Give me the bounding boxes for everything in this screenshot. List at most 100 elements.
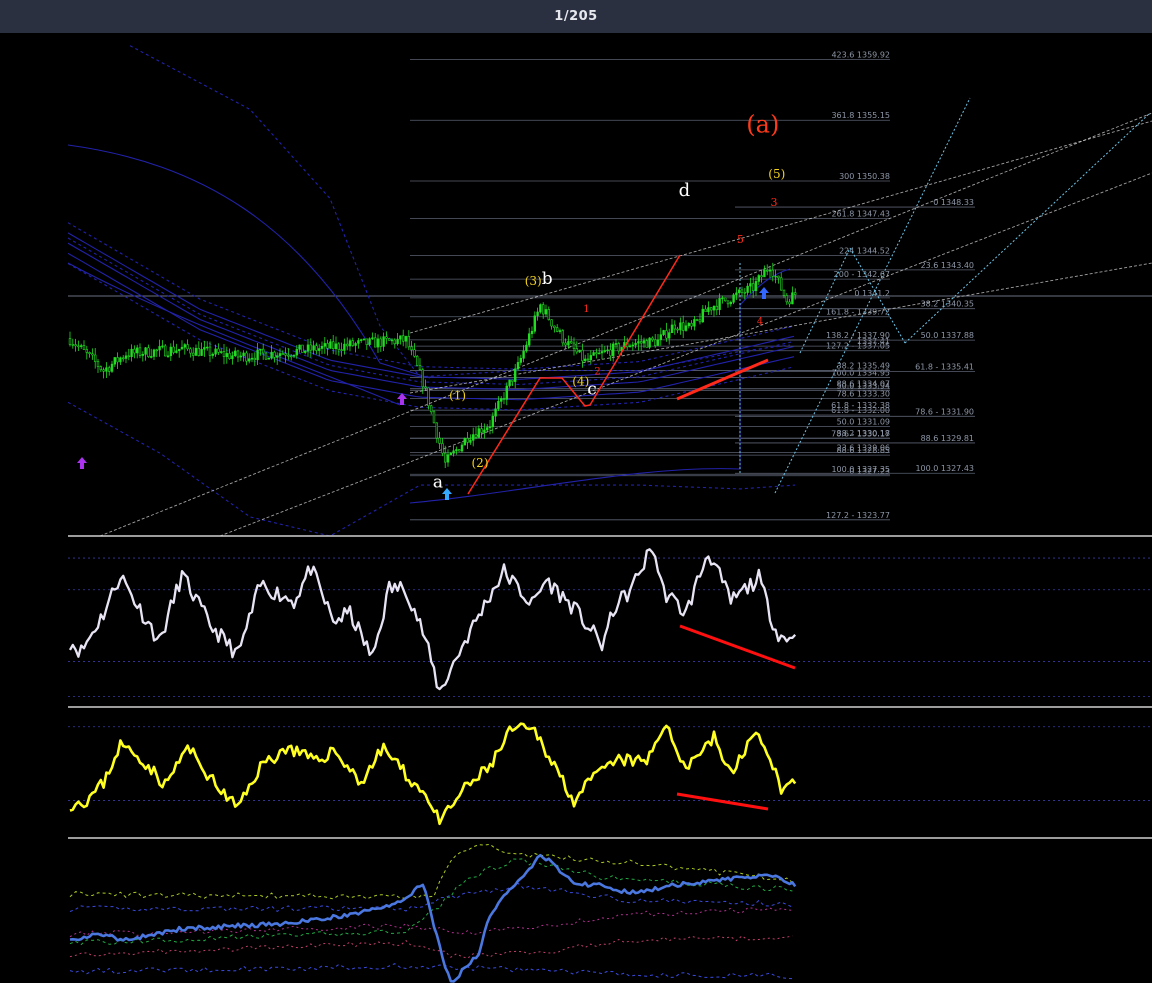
candle-body <box>200 349 203 356</box>
candle-body <box>617 343 621 352</box>
candle-body <box>359 339 363 341</box>
candle-body <box>186 344 189 350</box>
candle-body <box>424 386 427 389</box>
candle-body <box>555 327 559 332</box>
candle-body <box>754 281 758 291</box>
candle-body <box>108 367 111 372</box>
candle-body <box>760 275 763 278</box>
candle-body <box>124 355 128 359</box>
candle-body <box>270 351 273 359</box>
candle-body <box>180 346 184 350</box>
candle-body <box>166 355 170 358</box>
candle-body <box>234 350 237 357</box>
candle-body <box>323 343 326 347</box>
candle-body <box>228 353 231 360</box>
wave-label: 1 <box>583 304 589 315</box>
candle-body <box>399 335 402 340</box>
wave-label: (3) <box>525 274 542 288</box>
candle-body <box>791 292 794 305</box>
candle-body <box>303 350 307 353</box>
candle-body <box>116 357 119 363</box>
candle-body <box>337 343 340 350</box>
candle-body <box>746 285 749 293</box>
candle-body <box>96 361 100 367</box>
candle-body <box>362 338 366 341</box>
wave-label: (2) <box>472 456 489 470</box>
candle-body <box>150 356 153 358</box>
candle-body <box>488 426 492 429</box>
candle-body <box>421 369 424 388</box>
candle-body <box>401 335 405 342</box>
candle-body <box>110 363 114 372</box>
candle-body <box>751 283 755 291</box>
candle-body <box>225 353 228 357</box>
candle-body <box>85 349 89 353</box>
candle-body <box>572 342 576 349</box>
candle-body <box>152 349 156 357</box>
candle-body <box>385 336 388 339</box>
candle-body <box>267 357 270 360</box>
candle-body <box>141 354 144 356</box>
candle-body <box>113 357 117 365</box>
candle-body <box>407 336 410 348</box>
candle-body <box>273 351 276 358</box>
candle-body <box>138 347 142 356</box>
candle-body <box>331 341 335 349</box>
candle-body <box>701 308 705 323</box>
candle-body <box>673 324 677 330</box>
candle-body <box>144 347 147 355</box>
candle-body <box>379 338 382 347</box>
candle-body <box>533 315 537 332</box>
candle-body <box>278 353 282 357</box>
candle-body <box>743 291 747 294</box>
fib-level-label: 78.6 - 1331.90 <box>915 407 974 416</box>
candle-body <box>175 350 178 353</box>
candle-body <box>343 343 346 351</box>
candle-body <box>133 348 136 354</box>
candle-body <box>558 330 562 332</box>
candle-body <box>427 387 430 407</box>
candle-body <box>178 348 181 352</box>
fib-level-label: 38.2 1335.49 <box>837 362 890 371</box>
candle-body <box>284 353 287 356</box>
candle-body <box>502 398 506 400</box>
candle-body <box>541 304 545 315</box>
candle-body <box>609 349 612 357</box>
candle-body <box>136 347 139 354</box>
candle-body <box>583 358 587 362</box>
wave-label: 4 <box>757 317 763 328</box>
candle-body <box>460 444 464 452</box>
candle-body <box>289 355 293 358</box>
fib-level-label: 23.6 1343.40 <box>921 261 974 270</box>
fib-level-label: 61.8 - 1332.38 <box>831 401 890 410</box>
wave-label: (a) <box>746 110 779 138</box>
candle-body <box>242 352 245 357</box>
candle-body <box>239 355 242 358</box>
candle-body <box>295 349 298 356</box>
candle-body <box>245 352 248 362</box>
chart-area: 423.6 1359.92361.8 1355.15300 1350.38261… <box>0 33 1152 983</box>
candle-body <box>259 348 262 351</box>
candle-body <box>732 294 735 303</box>
candle-body <box>656 339 660 346</box>
candle-body <box>71 344 75 346</box>
candle-body <box>477 428 480 438</box>
wave-label: d <box>679 180 691 201</box>
fib-level-label: 300 1350.38 <box>839 172 890 181</box>
fib-level-label: 50.0 1337.88 <box>921 331 974 340</box>
fib-level-label: 127.2 - 1323.77 <box>826 511 890 520</box>
candle-body <box>368 338 371 345</box>
candle-body <box>161 345 164 348</box>
fib-level-label: 0 1348.33 <box>933 198 974 207</box>
candle-body <box>418 365 422 371</box>
candle-body <box>298 344 301 350</box>
candle-body <box>651 337 654 341</box>
candle-body <box>74 344 77 347</box>
candle-body <box>757 275 761 282</box>
candle-body <box>122 357 125 360</box>
chart-background <box>0 33 1152 983</box>
candle-body <box>567 341 570 346</box>
candle-body <box>494 408 497 417</box>
fib-level-label: 361.8 1355.15 <box>831 111 890 120</box>
candle-body <box>147 347 150 358</box>
